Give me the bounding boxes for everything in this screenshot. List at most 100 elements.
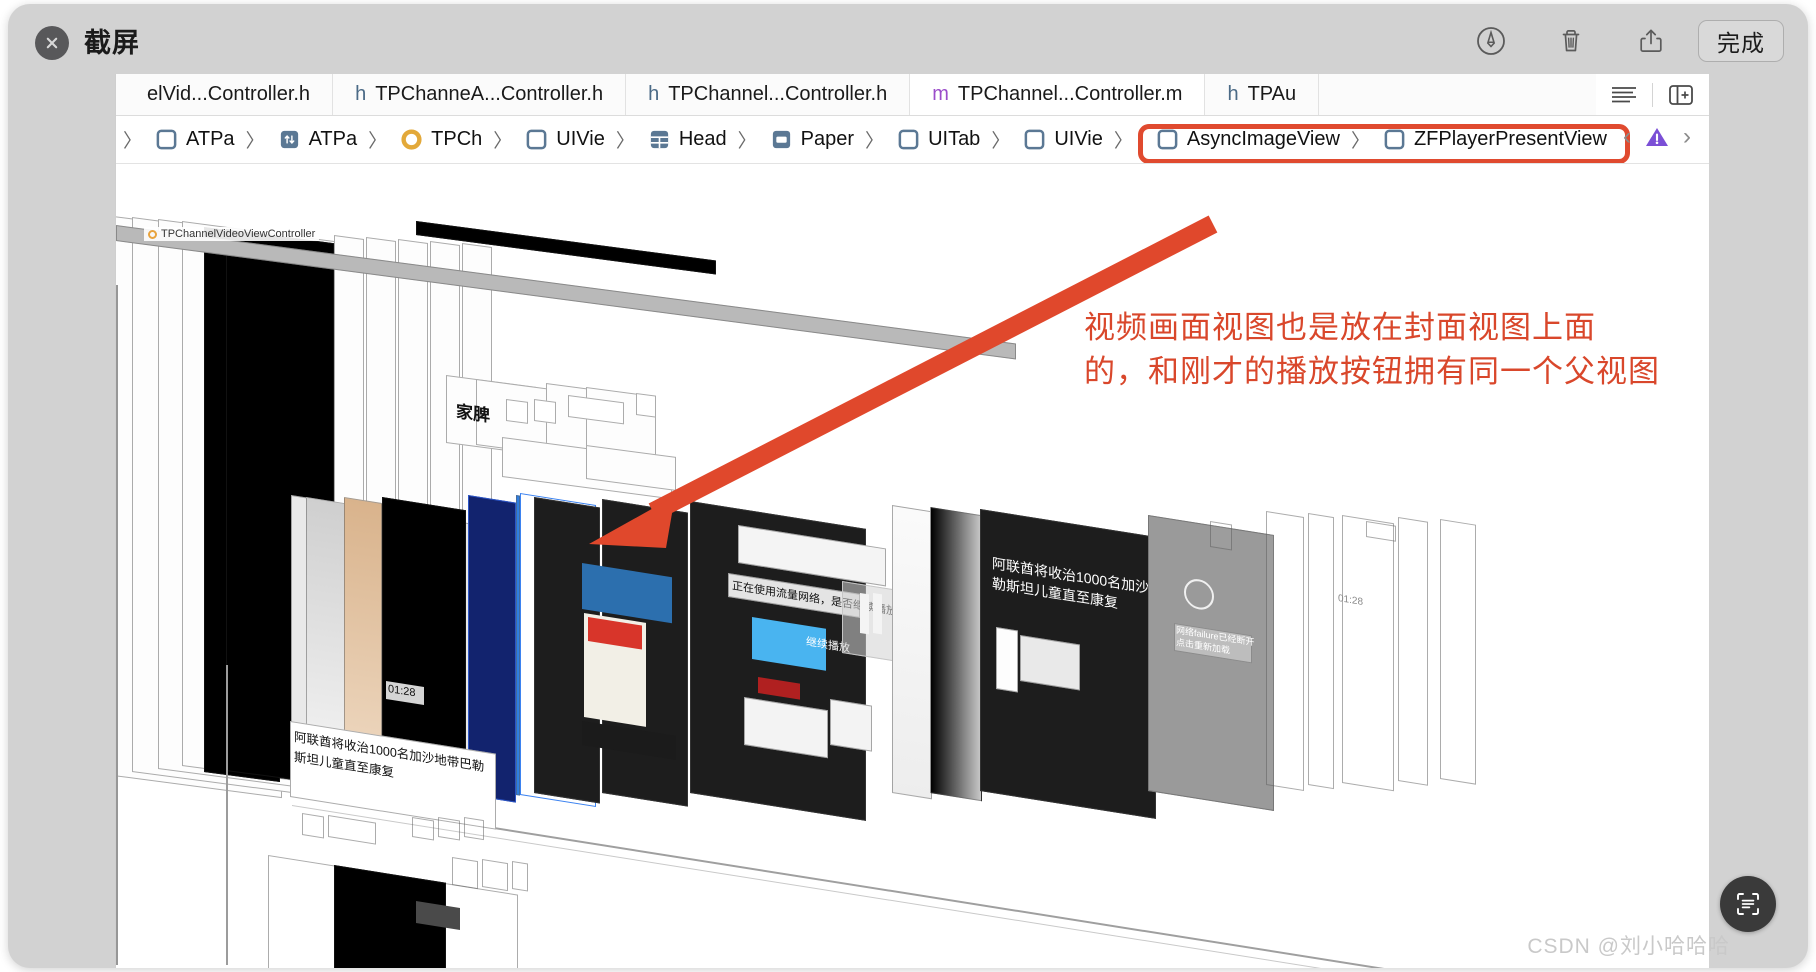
tab-label: TPAu xyxy=(1247,83,1297,105)
breadcrumb-separator: 〉 xyxy=(368,131,388,152)
view-layer xyxy=(1440,519,1476,785)
file-kind-icon: m xyxy=(932,83,949,105)
square-icon xyxy=(1024,129,1045,150)
view-layer xyxy=(482,859,508,892)
view-layer xyxy=(506,399,528,424)
square-icon xyxy=(526,129,547,150)
breadcrumb-label: UITab xyxy=(928,128,981,150)
warning-triangle-icon[interactable] xyxy=(1644,125,1670,149)
breadcrumb-label: AsyncImageView xyxy=(1186,128,1340,150)
view-layer xyxy=(1020,635,1080,691)
breadcrumb-label: UIVie xyxy=(1054,128,1103,150)
page-title: 截屏 xyxy=(84,28,140,58)
breadcrumb-item-uiview-1[interactable]: UIVie xyxy=(519,128,609,151)
breadcrumb-item-paper[interactable]: Paper xyxy=(764,128,858,151)
annotation-text: 视频画面视图也是放在封面视图上面 的，和刚才的播放按钮拥有同一个父视图 xyxy=(1084,310,1660,390)
breadcrumb-label: ATPa xyxy=(186,128,235,150)
view-layer xyxy=(1266,511,1304,792)
view-layer-rail xyxy=(226,665,228,965)
breadcrumb-item-uitab[interactable]: UITab xyxy=(891,128,984,151)
view-layer xyxy=(328,815,376,845)
file-kind-icon: h xyxy=(1227,83,1239,105)
breadcrumb-item-atpa-1[interactable]: ATPa xyxy=(149,128,239,151)
breadcrumb-items: 〉 ATPa 〉 ATPa 〉 TPCh 〉 UIVie 〉 Head 〉 Pa… xyxy=(116,126,1611,153)
breadcrumb-separator: 〉 xyxy=(1113,131,1133,152)
view-layer xyxy=(464,817,484,841)
breadcrumb-separator: 〉 xyxy=(123,131,143,152)
tab-file-2[interactable]: h TPChannel...Controller.h xyxy=(626,74,911,115)
screenshot-preview-window: 截屏 完成 elVid...Controller.h h TPChanneA..… xyxy=(8,4,1808,968)
view-layer xyxy=(452,857,478,890)
breadcrumb-label: ZFPlayerPresentView xyxy=(1413,128,1607,150)
pause-bar-right-icon xyxy=(873,593,882,635)
live-text-scan-icon[interactable] xyxy=(1720,876,1776,932)
square-icon xyxy=(1157,129,1178,150)
breadcrumb-next-button[interactable]: › xyxy=(1683,125,1691,149)
view-layer xyxy=(438,817,460,841)
circle-orange-icon xyxy=(401,129,422,150)
tab-label: TPChannel...Controller.h xyxy=(668,83,888,105)
panel-icon xyxy=(772,130,790,149)
breadcrumb-item-uiview-2[interactable]: UIVie xyxy=(1017,128,1107,151)
watermark: CSDN @刘小哈哈哈 xyxy=(1527,935,1730,958)
file-kind-icon: h xyxy=(648,83,660,105)
breadcrumb-prev-button[interactable]: ‹ xyxy=(1623,125,1631,149)
breadcrumb-separator: 〉 xyxy=(493,131,513,152)
breadcrumb-separator: 〉 xyxy=(737,131,757,152)
breadcrumb-label: Head xyxy=(678,128,727,150)
add-editor-icon[interactable] xyxy=(1653,74,1709,116)
square-icon xyxy=(898,129,919,150)
done-button[interactable]: 完成 xyxy=(1698,20,1784,62)
breadcrumb-item-atpa-2[interactable]: ATPa xyxy=(272,128,362,151)
preview-toolbar: 截屏 完成 xyxy=(8,4,1808,82)
view-layer-rail xyxy=(116,285,118,965)
square-icon xyxy=(1384,129,1405,150)
view-layer xyxy=(1210,521,1232,551)
view-controller-label: TPChannelVideoViewController xyxy=(144,227,320,241)
breadcrumb-separator: 〉 xyxy=(245,131,265,152)
view-layer xyxy=(830,699,872,752)
share-icon[interactable] xyxy=(1628,18,1674,64)
tab-file-0[interactable]: elVid...Controller.h xyxy=(116,74,334,115)
breadcrumb-separator: 〉 xyxy=(1350,131,1370,152)
pause-bar-left-icon xyxy=(860,593,869,635)
view-hierarchy-canvas[interactable]: TPChannelVideoViewController 家脾 正在使用流量网络… xyxy=(116,165,1709,968)
view-layer xyxy=(1398,517,1428,786)
text-lines-icon[interactable] xyxy=(1596,74,1652,116)
breadcrumb-label: UIVie xyxy=(556,128,605,150)
view-layer xyxy=(534,399,556,424)
breadcrumb-separator: 〉 xyxy=(991,131,1011,152)
breadcrumb-item-header[interactable]: Head xyxy=(642,128,731,151)
xcode-editor-window: elVid...Controller.h h TPChanneA...Contr… xyxy=(115,74,1709,968)
view-layer-error-container xyxy=(1148,515,1274,811)
view-layer xyxy=(996,627,1018,693)
view-layer xyxy=(416,221,716,275)
breadcrumb-label: ATPa xyxy=(308,128,358,150)
close-icon[interactable] xyxy=(35,26,69,60)
view-layer xyxy=(1342,515,1394,792)
tab-file-4[interactable]: h TPAu xyxy=(1205,74,1320,115)
breadcrumb-label: TPCh xyxy=(431,128,483,150)
tab-file-3[interactable]: m TPChannel...Controller.m xyxy=(910,74,1206,115)
editor-tab-bar: elVid...Controller.h h TPChanneA...Contr… xyxy=(116,74,1709,116)
table-icon xyxy=(650,130,668,149)
trash-icon[interactable] xyxy=(1548,18,1594,64)
breadcrumb: 〉 ATPa 〉 ATPa 〉 TPCh 〉 UIVie 〉 Head 〉 Pa… xyxy=(116,116,1709,164)
view-layer xyxy=(412,817,434,841)
breadcrumb-item-tpch[interactable]: TPCh xyxy=(394,128,486,151)
breadcrumb-navigation: ‹ › xyxy=(1623,125,1691,149)
hierarchy-stage: TPChannelVideoViewController 家脾 正在使用流量网络… xyxy=(116,165,1709,968)
brand-label: 家脾 xyxy=(456,402,490,426)
view-layer xyxy=(302,813,324,839)
tab-label: TPChanneA...Controller.h xyxy=(375,83,604,105)
square-icon xyxy=(156,129,177,150)
view-layer xyxy=(512,861,528,892)
file-kind-icon: h xyxy=(355,83,367,105)
tab-file-1[interactable]: h TPChanneA...Controller.h xyxy=(333,74,627,115)
tab-label: elVid...Controller.h xyxy=(147,83,311,105)
view-layer xyxy=(1308,513,1334,790)
markup-icon[interactable] xyxy=(1468,18,1514,64)
breadcrumb-item-asyncimageview[interactable]: AsyncImageView xyxy=(1140,128,1344,151)
breadcrumb-item-zfplayerpresentview[interactable]: ZFPlayerPresentView xyxy=(1377,128,1611,151)
tab-label: TPChannel...Controller.m xyxy=(957,83,1183,105)
